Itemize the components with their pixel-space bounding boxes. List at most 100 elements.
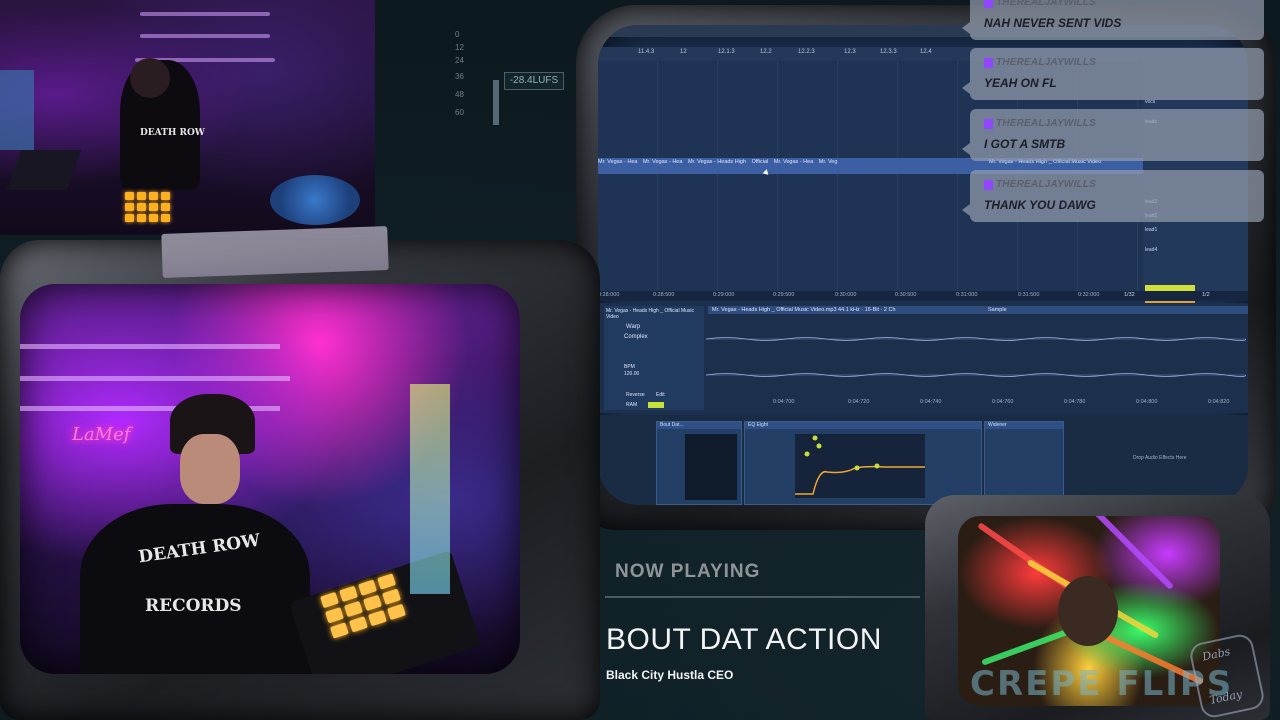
bpm-value[interactable]: 120.00 — [624, 371, 639, 377]
time-ruler[interactable]: 0:28:000 0:28:500 0:29:000 0:29:500 0:30… — [598, 291, 1248, 301]
chat-username: THEREALJAYWILLS — [996, 118, 1097, 129]
meter-bar — [493, 80, 499, 125]
clip-label[interactable]: Official — [752, 159, 769, 165]
device-title: Bout Dat... — [657, 422, 741, 429]
time-tick: 0:28:000 — [598, 292, 620, 298]
chat-text: YEAH ON FL — [984, 76, 1057, 90]
device-rack[interactable]: Bout Dat... — [656, 421, 742, 505]
device-title: EQ Eight — [745, 422, 981, 429]
shirt-text-small: DEATH ROW — [140, 128, 205, 138]
monitor — [0, 70, 34, 150]
eq-curve[interactable] — [795, 434, 925, 498]
wave-tick: 0:04:800 — [1136, 399, 1158, 405]
chat-message: THEREALJAYWILLS NAH NEVER SENT VIDS — [962, 0, 1264, 40]
badge-text-bottom: Today — [1208, 687, 1244, 707]
track-lead1[interactable]: lead1 — [1145, 227, 1245, 238]
twitch-icon — [984, 0, 993, 8]
time-tick: 0:30:000 — [835, 292, 857, 298]
warp-mode[interactable]: Complex — [624, 334, 648, 340]
hiq-toggle[interactable] — [648, 402, 664, 408]
chat-tail — [962, 82, 970, 94]
neon-sign: LaMef — [72, 424, 131, 445]
chat-text: THANK YOU DAWG — [984, 198, 1096, 212]
chat-username: THEREALJAYWILLS — [996, 179, 1097, 190]
clip-view: Mr. Vegas - Heads High _ Official Music … — [598, 303, 1248, 413]
twitch-icon — [984, 119, 993, 129]
ram-button[interactable]: RAM — [626, 402, 637, 408]
ruler-tick: 12.2.3 — [798, 49, 815, 55]
wave-tick: 0:04:720 — [848, 399, 870, 405]
twitch-icon — [984, 180, 993, 190]
streamer-head — [130, 58, 170, 98]
waveform[interactable] — [706, 317, 1246, 397]
drop-effects-hint: Drop Audio Effects Here — [1133, 455, 1187, 461]
bpm-label: BPM — [624, 364, 635, 370]
device-chain: Bout Dat... EQ Eight Widener Drop Audio … — [598, 415, 1248, 505]
chat-tail — [962, 22, 970, 34]
ruler-tick: 12 — [680, 49, 687, 55]
eq-eight-device[interactable]: EQ Eight — [744, 421, 982, 505]
time-tick: 0:28:500 — [653, 292, 675, 298]
chat-text: I GOT A SMTB — [984, 137, 1066, 151]
meter-tick: 12 — [455, 43, 464, 52]
time-tick: 0:31:500 — [1018, 292, 1040, 298]
track-lead4[interactable]: lead4 — [1145, 247, 1245, 258]
wave-tick: 0:04:780 — [1064, 399, 1086, 405]
shelf — [20, 344, 280, 349]
page-indicator[interactable]: 1/2 — [1202, 292, 1210, 298]
clip-properties: Mr. Vegas - Heads High _ Official Music … — [604, 306, 704, 410]
tape-strip — [161, 226, 389, 278]
light-strip — [410, 384, 450, 594]
wave-tick: 0:04:820 — [1208, 399, 1230, 405]
chat-tail — [962, 143, 970, 155]
chat-text: NAH NEVER SENT VIDS — [984, 16, 1122, 30]
webcam-feed: LaMef DEATH ROW RECORDS — [20, 284, 520, 674]
edit-button[interactable]: Edit — [656, 392, 665, 398]
meter-tick: 48 — [455, 90, 464, 99]
visual-face — [1058, 576, 1118, 646]
clip-name[interactable]: Mr. Vegas - Heads High _ Official Music … — [606, 308, 704, 320]
drum-pads-small — [125, 192, 170, 222]
reverse-button[interactable]: Reverse — [626, 392, 645, 398]
widener-device[interactable]: Widener — [984, 421, 1064, 505]
chat-message: THEREALJAYWILLS YEAH ON FL — [962, 48, 1264, 100]
time-tick: 0:31:000 — [956, 292, 978, 298]
clip-label[interactable]: Mr. Veg — [819, 159, 838, 165]
device-title: Widener — [985, 422, 1063, 429]
wave-tick: 0:04:760 — [992, 399, 1014, 405]
lufs-readout: -28.4LUFS — [504, 72, 564, 90]
meter-tick: 60 — [455, 108, 464, 117]
chat-message: THEREALJAYWILLS I GOT A SMTB — [962, 109, 1264, 161]
wave-tick: 0:04:740 — [920, 399, 942, 405]
keyboard — [6, 150, 82, 190]
quantize-value[interactable]: 1/32 — [1124, 292, 1135, 298]
wave-tick: 0:04:700 — [773, 399, 795, 405]
clip-label[interactable]: Mr. Vegas - Hea — [774, 159, 813, 165]
chat-username: THEREALJAYWILLS — [996, 0, 1097, 8]
ruler-tick: 12.2 — [760, 49, 772, 55]
song-title: BOUT DAT ACTION — [606, 623, 882, 656]
chat-username: THEREALJAYWILLS — [996, 57, 1097, 68]
torso — [80, 504, 310, 674]
room-camera: DEATH ROW — [0, 0, 375, 235]
time-tick: 0:32:000 — [1078, 292, 1100, 298]
visual-stripe — [1091, 516, 1175, 591]
clip-label[interactable]: Mr. Vegas - Hea — [598, 159, 637, 165]
ruler-tick: 12.3.3 — [880, 49, 897, 55]
clip-label[interactable]: Mr. Vegas - Hea — [643, 159, 682, 165]
shelf — [140, 34, 270, 38]
meter-tick: 0 — [455, 30, 460, 39]
shelf — [140, 12, 270, 16]
sample-file: Mr. Vegas - Heads High _ Official Music … — [712, 307, 896, 313]
meter-tick: 36 — [455, 72, 464, 81]
level-meter: 0 12 24 36 48 60 — [455, 30, 499, 130]
time-tick: 0:30:500 — [895, 292, 917, 298]
device-display — [685, 434, 737, 500]
chat-message: THEREALJAYWILLS THANK YOU DAWG — [962, 170, 1264, 222]
clip-label[interactable]: Mr. Vegas - Heads High — [688, 159, 746, 165]
twitch-icon — [984, 58, 993, 68]
now-playing-label: NOW PLAYING — [615, 561, 761, 582]
sample-title: Mr. Vegas - Heads High _ Official Music … — [708, 306, 1248, 314]
warp-button[interactable]: Warp — [626, 324, 640, 330]
shirt-text-bottom: RECORDS — [145, 596, 242, 616]
